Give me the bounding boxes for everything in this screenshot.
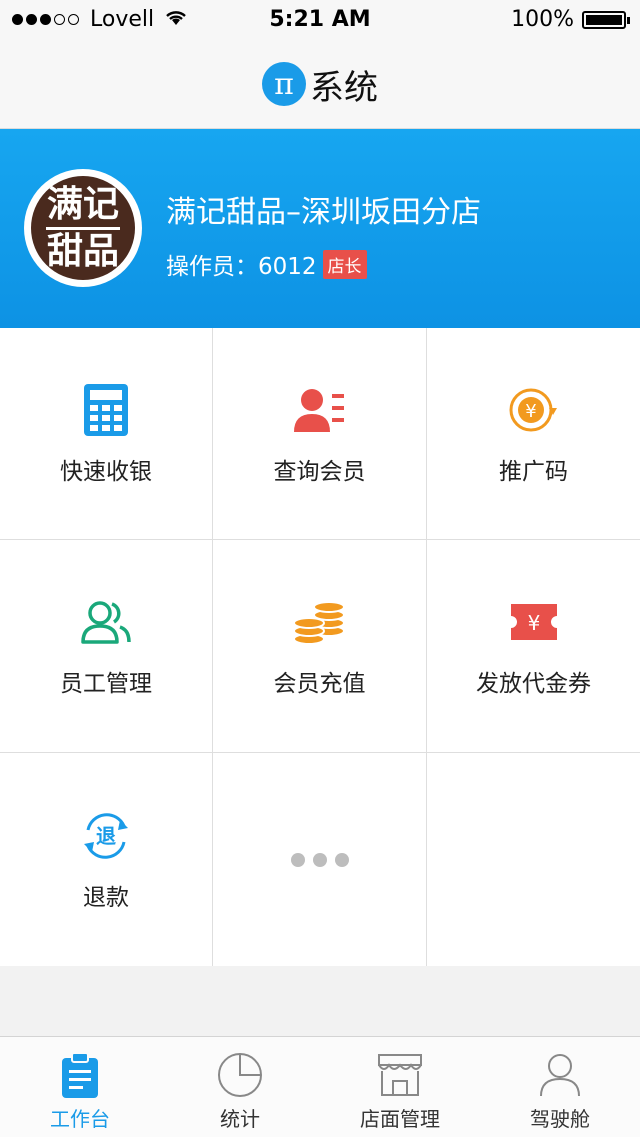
operator-info: 操作员：6012 店长 xyxy=(166,247,367,281)
page-title: 系统 xyxy=(310,67,378,108)
tab-store-management[interactable]: 店面管理 xyxy=(320,1037,480,1137)
voucher-icon: ¥ xyxy=(506,594,562,650)
refund-icon: 退 xyxy=(78,808,134,864)
coins-icon xyxy=(292,594,348,650)
menu-issue-voucher[interactable]: ¥ 发放代金券 xyxy=(427,540,640,753)
menu-label: 推广码 xyxy=(499,458,568,485)
tab-label: 店面管理 xyxy=(360,1107,440,1131)
menu-staff-management[interactable]: 员工管理 xyxy=(0,540,213,753)
battery-icon xyxy=(582,10,630,29)
tab-label: 驾驶舱 xyxy=(530,1107,590,1131)
menu-label: 查询会员 xyxy=(273,458,366,485)
store-logo-line2: 甜品 xyxy=(46,230,119,272)
operator-label: 操作员：6012 xyxy=(166,254,317,280)
nav-bar: π 系统 xyxy=(0,40,640,129)
menu-label: 快速收银 xyxy=(60,458,152,485)
menu-member-search[interactable]: 查询会员 xyxy=(213,328,427,540)
menu-member-recharge[interactable]: 会员充值 xyxy=(213,540,427,753)
store-logo-line1: 满记 xyxy=(46,183,119,225)
yuan-refresh-icon: ¥ xyxy=(506,382,562,438)
svg-text:¥: ¥ xyxy=(525,401,536,422)
calculator-icon xyxy=(78,382,134,438)
menu-label: 会员充值 xyxy=(273,671,366,697)
menu-empty-cell xyxy=(427,753,640,966)
menu-label: 发放代金券 xyxy=(476,671,591,697)
store-name: 满记甜品–深圳坂田分店 xyxy=(166,195,481,230)
battery-percent: 100% xyxy=(511,7,574,32)
menu-refund[interactable]: 退 退款 xyxy=(0,753,213,966)
store-avatar: 满记 甜品 xyxy=(24,169,142,287)
tab-bar: 工作台 统计 店面管理 驾驶舱 xyxy=(0,1036,640,1137)
menu-label: 退款 xyxy=(83,884,129,911)
tab-workbench[interactable]: 工作台 xyxy=(0,1037,160,1137)
svg-text:¥: ¥ xyxy=(527,611,540,635)
member-search-icon xyxy=(292,382,348,438)
store-header: 满记 甜品 满记甜品–深圳坂田分店 操作员：6012 店长 xyxy=(0,129,640,328)
menu-quick-checkout[interactable]: 快速收银 xyxy=(0,328,213,540)
menu-more[interactable] xyxy=(213,753,427,966)
battery-status: 100% xyxy=(511,7,630,32)
menu-label: 员工管理 xyxy=(60,671,152,697)
pie-chart-icon xyxy=(217,1051,263,1099)
store-logo: 满记 甜品 xyxy=(31,176,135,280)
pi-logo-icon: π xyxy=(262,62,306,106)
role-badge: 店长 xyxy=(322,249,367,279)
tab-label: 工作台 xyxy=(50,1107,110,1131)
refund-glyph: 退 xyxy=(96,824,116,848)
function-grid: 快速收银 查询会员 ¥ 推广码 员工管理 会员充值 ¥ 发放代金券 退 退款 xyxy=(0,328,640,966)
staff-icon xyxy=(78,594,134,650)
status-bar: Lovell 5:21 AM 100% xyxy=(0,0,640,40)
tab-statistics[interactable]: 统计 xyxy=(160,1037,320,1137)
user-icon xyxy=(539,1051,581,1099)
clipboard-icon xyxy=(60,1051,100,1099)
tab-cockpit[interactable]: 驾驶舱 xyxy=(480,1037,640,1137)
menu-promo-code[interactable]: ¥ 推广码 xyxy=(427,328,640,540)
storefront-icon xyxy=(377,1051,423,1099)
more-icon xyxy=(290,852,349,867)
tab-label: 统计 xyxy=(220,1107,260,1131)
